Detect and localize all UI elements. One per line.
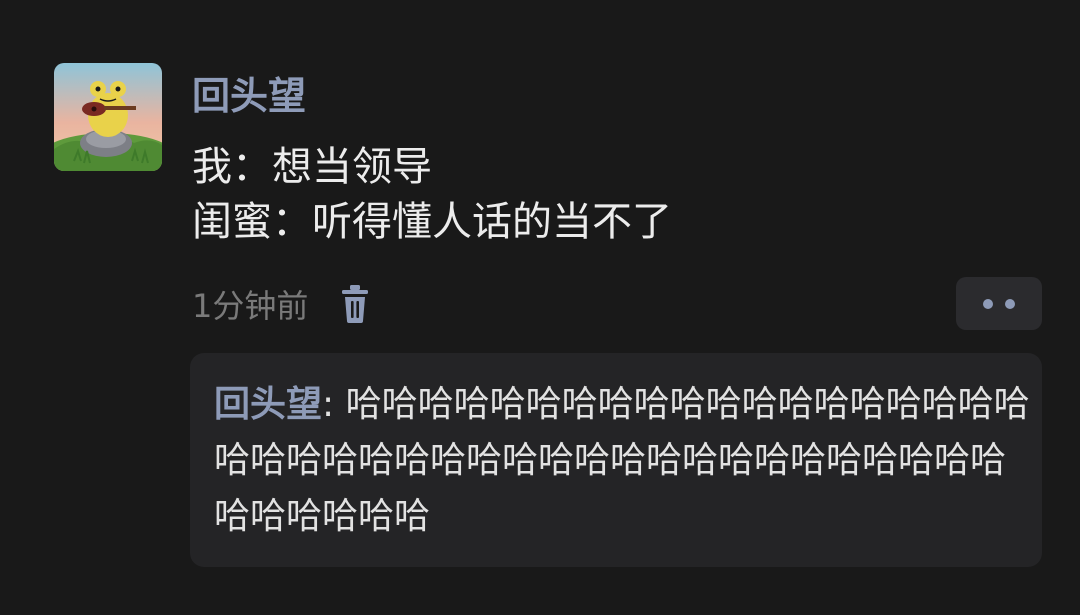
- avatar[interactable]: [54, 63, 162, 171]
- frog-avatar-image: [54, 63, 162, 171]
- reply-item[interactable]: 回头望: 哈哈哈哈哈哈哈哈哈哈哈哈哈哈哈哈哈哈哈哈哈哈哈哈哈哈哈哈哈哈哈哈哈哈哈…: [214, 377, 1034, 545]
- content-line: 我：想当领导: [192, 144, 432, 190]
- comment-post: 回头望 我：想当领导 闺蜜：听得懂人话的当不了 1分钟前 回头望: 哈哈哈哈哈哈…: [0, 0, 1080, 615]
- post-content: 我：想当领导 闺蜜：听得懂人话的当不了: [192, 140, 1052, 250]
- trash-icon[interactable]: [338, 284, 372, 324]
- post-meta: 1分钟前: [192, 280, 372, 328]
- reply-separator: :: [322, 384, 346, 425]
- more-dots-icon: [983, 298, 993, 309]
- reply-list: 回头望: 哈哈哈哈哈哈哈哈哈哈哈哈哈哈哈哈哈哈哈哈哈哈哈哈哈哈哈哈哈哈哈哈哈哈哈…: [190, 353, 1042, 567]
- timestamp: 1分钟前: [192, 287, 309, 325]
- more-options-button[interactable]: [956, 277, 1042, 330]
- more-dots-icon: [1005, 298, 1015, 309]
- reply-author[interactable]: 回头望: [214, 384, 322, 425]
- username[interactable]: 回头望: [192, 70, 306, 122]
- content-line: 闺蜜：听得懂人话的当不了: [192, 199, 672, 245]
